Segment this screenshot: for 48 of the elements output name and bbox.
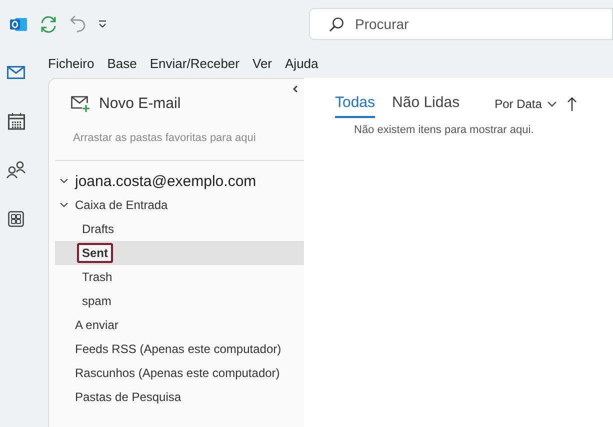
folder-label: A enviar [74,317,120,334]
filter-tab[interactable]: Todas [335,94,376,118]
apps-icon [8,211,24,227]
folder-label: Rascunhos (Apenas este computador) [74,365,281,382]
people-nav-button[interactable] [5,160,27,180]
favorites-hint: Arrastar as pastas favoritas para aqui [73,132,257,144]
folder-label: joana.costa@exemplo.com [74,172,258,192]
rename-field: Sent [77,243,114,263]
search-icon [329,17,344,32]
folder-item[interactable]: Feeds RSS (Apenas este computador) [55,337,304,361]
new-email-icon [71,96,90,112]
folder-label: Caixa de Entrada [74,197,169,214]
mail-icon [7,66,25,78]
menu-tab[interactable]: Base [101,56,143,70]
calendar-nav-button[interactable] [5,111,27,131]
chevron-icon[interactable] [59,200,69,210]
empty-message: Não existem itens para mostrar aqui. [354,124,535,136]
folder-item[interactable]: Pastas de Pesquisa [55,385,304,409]
folder-item[interactable]: Sent [55,241,304,265]
folder-item[interactable]: joana.costa@exemplo.com [55,169,304,193]
customize-dropdown-icon[interactable] [98,20,107,28]
app-logo-icon [10,16,27,32]
folder-label: Pastas de Pesquisa [74,389,182,406]
folder-label: Drafts [81,221,116,238]
search-field[interactable]: Procurar [309,8,613,40]
calendar-icon [8,112,24,130]
sort-dropdown[interactable]: Por Data [494,97,557,118]
filter-tab[interactable]: Não Lidas [392,94,460,118]
folder-item[interactable]: Drafts [55,217,304,241]
folder-item[interactable]: Rascunhos (Apenas este computador) [55,361,304,385]
new-email-button[interactable]: Novo E-mail [71,95,181,112]
menu-tab[interactable]: Enviar/Receber [144,56,246,70]
apps-nav-button[interactable] [5,209,27,229]
folder-item[interactable]: spam [55,289,304,313]
menu-tab[interactable]: Ajuda [279,56,324,70]
folder-item[interactable]: A enviar [55,313,304,337]
collapse-pane-icon[interactable] [292,85,298,93]
folder-label: Feeds RSS (Apenas este computador) [74,341,282,358]
folder-item[interactable]: Trash [55,265,304,289]
folder-label: spam [81,293,112,310]
sync-icon[interactable] [39,16,58,32]
folder-item[interactable]: Caixa de Entrada [55,193,304,217]
menu-tab[interactable]: Ficheiro [42,56,100,70]
folder-label: Trash [81,269,114,286]
people-icon [6,161,26,179]
chevron-icon[interactable] [59,176,69,186]
chevron-icon [546,101,557,107]
menu-tab[interactable]: Ver [246,56,278,70]
